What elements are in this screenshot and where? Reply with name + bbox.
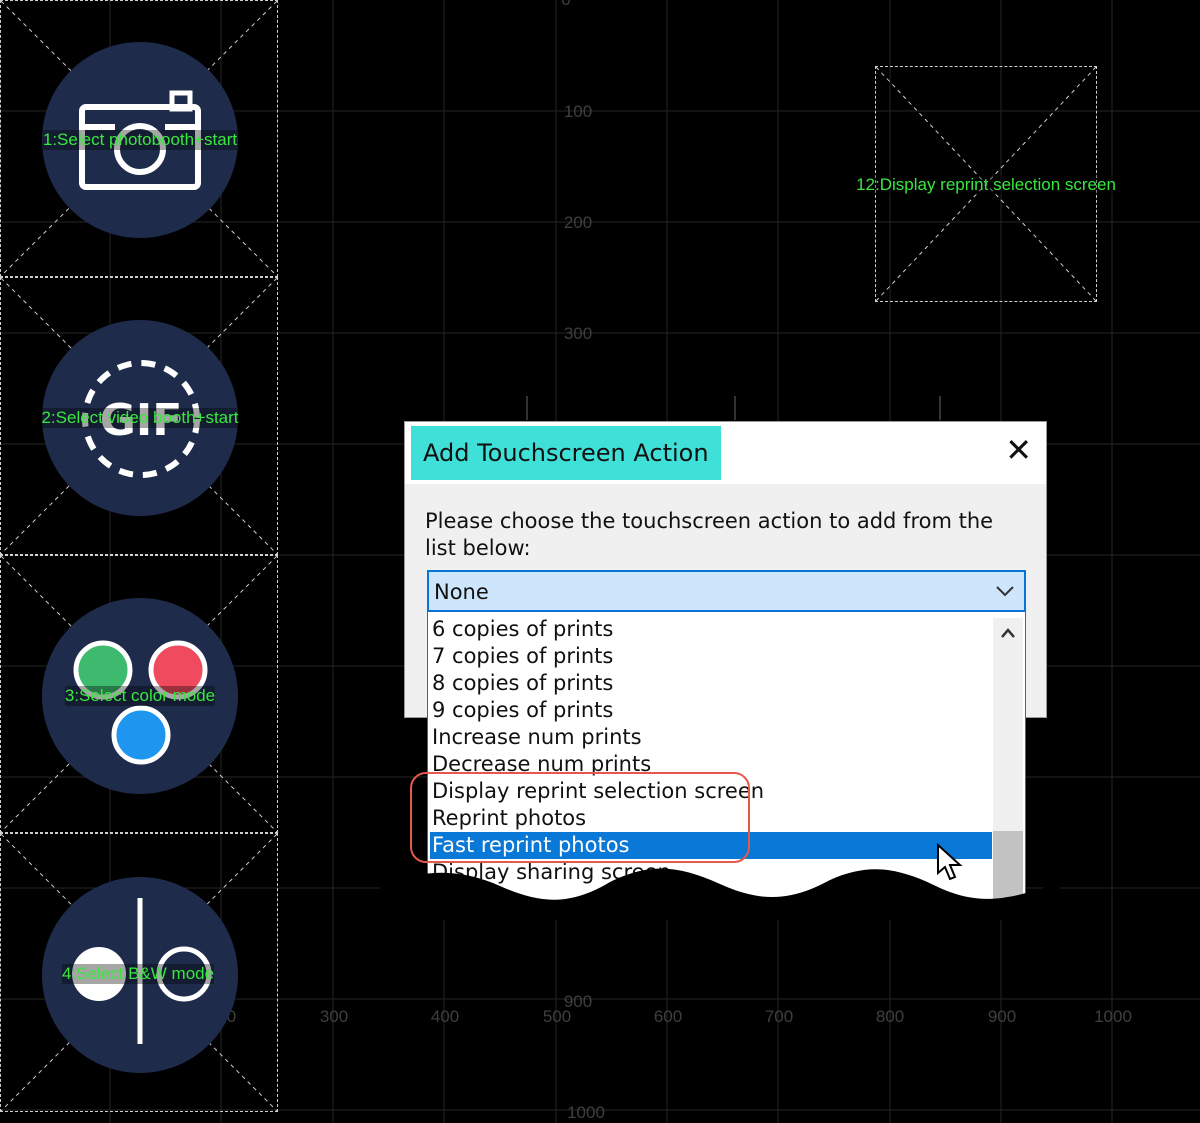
x-axis-label-500: 500: [542, 1007, 572, 1026]
dialog-prompt: Please choose the touchscreen action to …: [425, 509, 994, 560]
close-icon[interactable]: ✕: [1005, 434, 1032, 466]
x-axis-label-400: 400: [430, 1007, 460, 1026]
action-dropdown[interactable]: None: [427, 570, 1026, 612]
action-label-reprint-selection: 12:Display reprint selection screen: [856, 175, 1116, 195]
list-item[interactable]: 7 copies of prints: [430, 643, 992, 670]
list-item[interactable]: Increase num prints: [430, 724, 992, 751]
x-axis-label-600: 600: [653, 1007, 683, 1026]
action-label-photobooth: 1:Select photobooth+start: [42, 130, 238, 150]
y-axis-label-0: 0: [561, 0, 570, 10]
chevron-up-icon[interactable]: [1000, 626, 1016, 640]
torn-edge-decoration: [380, 868, 1060, 920]
x-axis-label-800: 800: [875, 1007, 905, 1026]
chevron-down-icon: [996, 586, 1014, 597]
action-label-bw-mode: 4:Select B&W mode: [61, 964, 215, 984]
dialog-title: Add Touchscreen Action: [411, 426, 721, 480]
x-axis-label-300: 300: [319, 1007, 349, 1026]
list-item[interactable]: 8 copies of prints: [430, 670, 992, 697]
listbox-scrollbar[interactable]: [993, 618, 1023, 900]
action-tile-video-booth[interactable]: GIF 2:Select video booth+start: [0, 277, 278, 555]
y-axis-label-100: 100: [563, 102, 593, 121]
action-label-color-mode: 3:Select color mode: [64, 686, 216, 706]
action-tile-reprint-selection[interactable]: 12:Display reprint selection screen: [856, 66, 1116, 302]
action-tile-photobooth[interactable]: 1:Select photobooth+start: [0, 0, 278, 277]
annotation-highlight: [410, 772, 750, 863]
y-axis-label-1000: 1000: [567, 1103, 605, 1122]
x-axis-label-900: 900: [987, 1007, 1017, 1026]
action-tile-color-mode[interactable]: 3:Select color mode: [0, 555, 278, 833]
action-label-video-booth: 2:Select video booth+start: [41, 408, 239, 428]
dialog-titlebar: Add Touchscreen Action ✕: [405, 422, 1046, 484]
action-tile-bw-mode[interactable]: 4:Select B&W mode: [0, 833, 278, 1112]
x-axis-label-1000: 1000: [1094, 1007, 1132, 1026]
y-axis-label-300: 300: [563, 324, 593, 343]
dropdown-selected-value: None: [434, 580, 489, 604]
x-axis-label-700: 700: [764, 1007, 794, 1026]
y-axis-label-200: 200: [563, 213, 593, 232]
list-item[interactable]: 6 copies of prints: [430, 616, 992, 643]
list-item[interactable]: 9 copies of prints: [430, 697, 992, 724]
